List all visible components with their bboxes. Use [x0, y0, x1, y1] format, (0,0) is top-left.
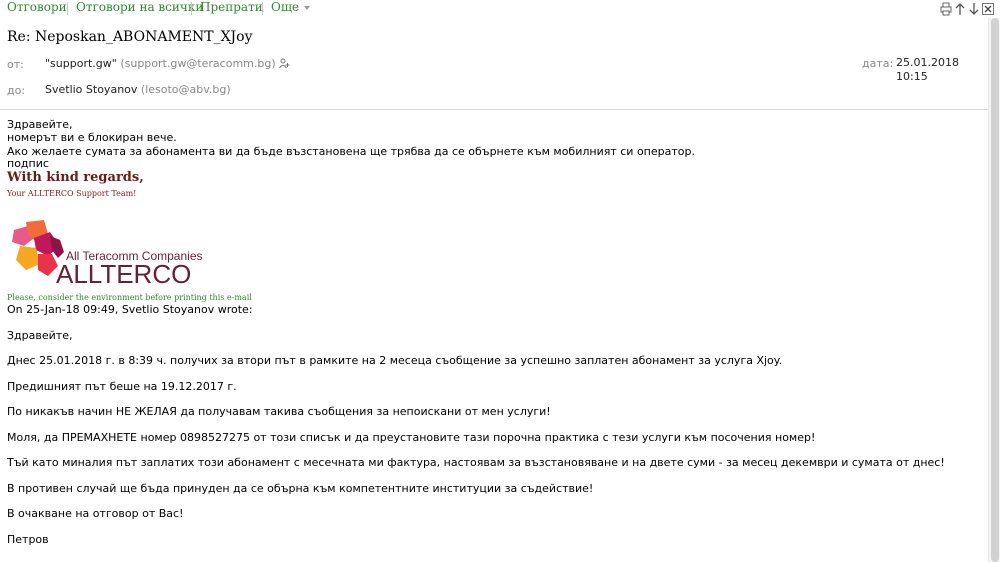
message-toolbar: Отговори Отговори на всички Препрати Още [0, 0, 1000, 18]
from-email: (support.gw@teracomm.bg) [120, 57, 276, 70]
to-recipient[interactable]: Svetlio Stoyanov (lesoto@abv.bg) [45, 83, 231, 96]
allterco-logo: All Teracomm Companies ALLTERCO [8, 220, 218, 289]
body-line-blocked: номерът ви е блокиран вече. [7, 131, 177, 144]
toolbar-icons [940, 1, 994, 16]
environment-note: Please, consider the environment before … [7, 293, 252, 302]
print-icon[interactable] [940, 1, 952, 16]
quote-paragraph: Здравейте, [7, 329, 73, 342]
toolbar-divider [67, 2, 68, 15]
quote-paragraph: Моля, да ПРЕМАХНЕТЕ номер 0898527275 от … [7, 431, 816, 444]
to-email: (lesoto@abv.bg) [140, 83, 231, 96]
from-label: от: [7, 58, 24, 71]
quote-paragraph: По никакъв начин НЕ ЖЕЛАЯ да получавам т… [7, 405, 551, 418]
reply-button[interactable]: Отговори [7, 0, 67, 14]
more-button[interactable]: Още [271, 0, 311, 14]
toolbar-divider [262, 2, 263, 15]
vertical-scrollbar[interactable] [988, 18, 1000, 562]
add-contact-icon[interactable] [279, 58, 290, 69]
close-icon[interactable] [982, 1, 994, 15]
date-label: дата: [862, 57, 894, 70]
message-subject: Re: Neposkan_ABONAMENT_XJoy [7, 29, 253, 45]
chevron-down-icon [304, 5, 311, 10]
body-line-refund: Ако желаете сумата за абонамента ви да б… [7, 145, 695, 158]
quote-header: On 25-Jan-18 09:49, Svetlio Stoyanov wro… [7, 303, 253, 316]
reply-all-button[interactable]: Отговори на всички [76, 0, 203, 14]
to-label: до: [7, 84, 26, 97]
message-date: 25.01.2018 10:15 [896, 56, 959, 84]
quote-paragraph: В очакване на отговор от Вас! [7, 507, 184, 520]
body-greeting: Здравейте, [7, 118, 73, 131]
logo-name: ALLTERCO [56, 259, 191, 288]
down-arrow-icon[interactable] [968, 1, 980, 15]
from-sender[interactable]: "support.gw" (support.gw@teracomm.bg) [45, 57, 290, 70]
up-arrow-icon[interactable] [954, 1, 966, 15]
toolbar-divider [191, 2, 192, 15]
quote-paragraph: Днес 25.01.2018 г. в 8:39 ч. получих за … [7, 354, 783, 367]
quote-signature: Петров [7, 533, 49, 546]
support-team-text: Your ALLTERCO Support Team! [7, 189, 137, 198]
quote-paragraph: Тъй като миналия път заплатих този абона… [7, 456, 945, 469]
date-value: 25.01.2018 [896, 56, 959, 69]
regards-text: With kind regards, [7, 170, 144, 185]
to-name: Svetlio Stoyanov [45, 83, 138, 96]
body-line-signature: подпис [7, 157, 49, 170]
quote-paragraph: В противен случай ще бъда принуден да се… [7, 482, 594, 495]
quote-paragraph: Предишният път беше на 19.12.2017 г. [7, 380, 237, 393]
more-label: Още [271, 0, 300, 14]
time-value: 10:15 [896, 70, 928, 83]
scrollbar-thumb[interactable] [991, 18, 999, 562]
from-name: "support.gw" [45, 57, 117, 70]
forward-button[interactable]: Препрати [200, 0, 263, 14]
header-divider [0, 109, 988, 110]
